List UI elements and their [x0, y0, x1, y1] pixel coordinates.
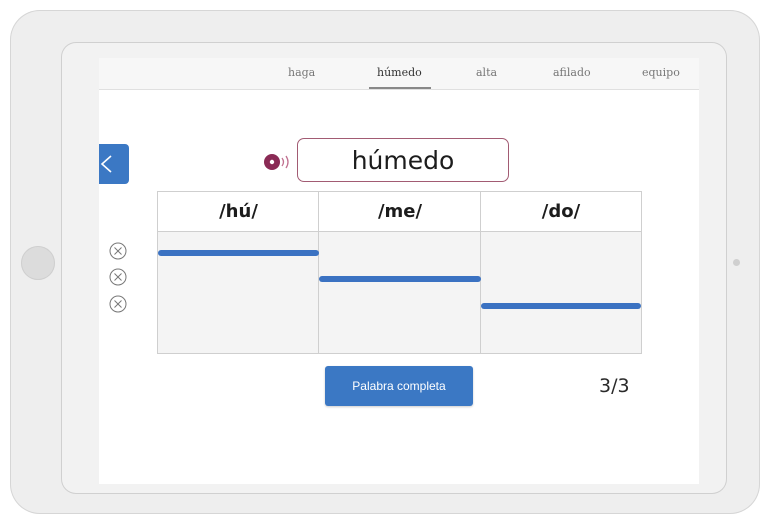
x-circle-icon	[109, 268, 127, 286]
word-bubble: húmedo	[297, 138, 509, 182]
stress-bar-syllable-1[interactable]	[158, 250, 319, 256]
word-nav: haga húmedo alta afilado equipo	[99, 58, 699, 90]
complete-word-button[interactable]: Palabra completa	[325, 366, 473, 406]
camera-dot	[733, 259, 740, 266]
chevron-left-icon	[100, 155, 112, 173]
column-divider	[318, 192, 319, 353]
x-circle-icon	[109, 295, 127, 313]
syllable-header-3: /do/	[481, 192, 641, 232]
nav-word-equipo[interactable]: equipo	[642, 66, 680, 79]
stress-bar-syllable-2[interactable]	[319, 276, 481, 282]
progress-counter: 3/3	[599, 375, 630, 397]
column-divider	[480, 192, 481, 353]
nav-word-haga[interactable]: haga	[288, 66, 315, 79]
app-screen: haga húmedo alta afilado equipo húmedo /…	[99, 58, 699, 484]
nav-word-humedo[interactable]: húmedo	[377, 66, 422, 79]
home-button[interactable]	[21, 246, 55, 280]
syllable-table: /hú/ /me/ /do/	[157, 191, 642, 354]
back-button[interactable]	[99, 144, 129, 184]
active-tab-underline	[369, 87, 431, 89]
x-circle-icon	[109, 242, 127, 260]
speaker-icon[interactable]	[263, 151, 293, 173]
stress-bar-syllable-3[interactable]	[481, 303, 641, 309]
nav-word-afilado[interactable]: afilado	[553, 66, 591, 79]
target-word: húmedo	[351, 145, 455, 175]
syllable-header-1: /hú/	[158, 192, 319, 232]
nav-word-alta[interactable]: alta	[476, 66, 497, 79]
syllable-header-2: /me/	[319, 192, 481, 232]
